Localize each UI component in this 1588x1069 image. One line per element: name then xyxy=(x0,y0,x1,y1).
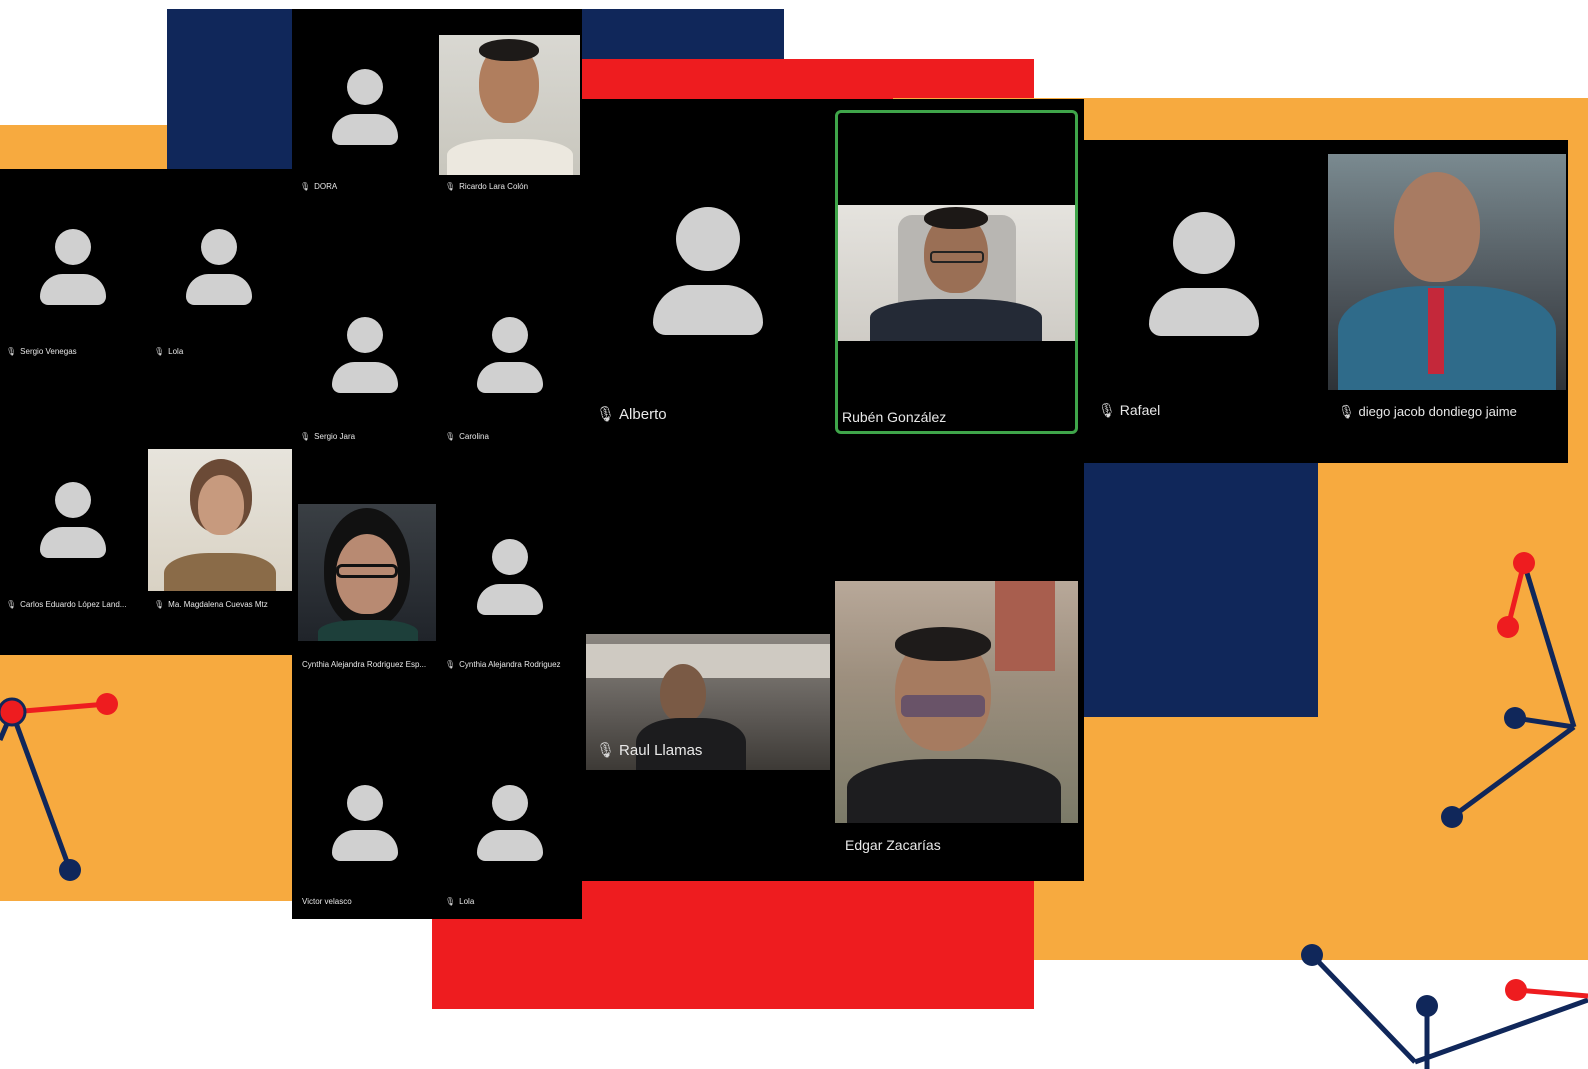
participant-name: 🎙 Carlos Eduardo López Land... xyxy=(6,600,127,609)
participant-tile[interactable]: Cynthia Alejandra Rodriguez Esp... xyxy=(292,459,437,681)
meeting-panel-d: 🎙 Rafael 🎙 diego jacob dondiego jaime xyxy=(1084,140,1568,463)
participant-tile[interactable]: Victor velasco xyxy=(292,681,437,919)
meeting-panel-c: 🎙 Alberto Rubén González 🎙 Raul Llamas Edg… xyxy=(582,99,1084,881)
participant-tile[interactable]: 🎙 Carolina xyxy=(437,249,582,459)
microphone-icon: 🎙 xyxy=(445,182,456,191)
microphone-icon: 🎙 xyxy=(6,347,17,356)
microphone-icon: 🎙 xyxy=(154,600,165,609)
participant-tile[interactable]: 🎙 DORA xyxy=(292,9,437,204)
microphone-icon: 🎙 xyxy=(596,406,616,423)
user-avatar-icon xyxy=(38,229,108,305)
microphone-icon: 🎙 xyxy=(445,660,456,669)
user-avatar-icon xyxy=(330,317,400,393)
participant-tile[interactable]: 🎙 Rafael xyxy=(1084,140,1324,463)
microphone-icon: 🎙 xyxy=(1098,402,1116,418)
participant-video xyxy=(838,205,1075,341)
participant-name: 🎙 Rafael xyxy=(1098,402,1161,418)
participant-name: 🎙 Sergio Jara xyxy=(300,432,356,441)
participant-name: 🎙 Carolina xyxy=(445,432,489,441)
participant-tile[interactable]: 🎙 Raul Llamas xyxy=(582,629,834,779)
microphone-icon: 🎙 xyxy=(445,432,456,441)
participant-tile[interactable]: 🎙 Sergio Venegas xyxy=(0,169,146,412)
microphone-icon: 🎙 xyxy=(6,600,17,609)
microphone-icon: 🎙 xyxy=(1338,404,1355,419)
user-avatar-icon xyxy=(184,229,254,305)
participant-name: Victor velasco xyxy=(302,897,352,906)
participant-video xyxy=(835,581,1078,823)
participant-tile-active-speaker[interactable]: Rubén González xyxy=(835,110,1078,434)
user-avatar-icon xyxy=(652,207,764,335)
participant-tile[interactable]: 🎙 Carlos Eduardo López Land... xyxy=(0,412,146,655)
user-avatar-icon xyxy=(475,317,545,393)
participant-tile[interactable]: 🎙 Cynthia Alejandra Rodriguez xyxy=(437,459,582,681)
participant-tile[interactable]: 🎙 Lola xyxy=(437,681,582,919)
microphone-icon: 🎙 xyxy=(154,347,165,356)
participant-tile[interactable]: 🎙 Alberto xyxy=(582,99,834,439)
participant-name: 🎙 Ma. Magdalena Cuevas Mtz xyxy=(154,600,268,609)
participant-name: 🎙 diego jacob dondiego jaime xyxy=(1338,404,1517,419)
participant-tile[interactable]: Edgar Zacarías xyxy=(835,579,1078,869)
participant-name: 🎙 Lola xyxy=(445,897,475,906)
user-avatar-icon xyxy=(330,785,400,861)
participant-name: 🎙 Sergio Venegas xyxy=(6,347,77,356)
microphone-icon: 🎙 xyxy=(300,432,311,441)
microphone-icon: 🎙 xyxy=(300,182,311,191)
participant-tile[interactable]: 🎙 Ma. Magdalena Cuevas Mtz xyxy=(146,412,292,655)
participant-video xyxy=(439,35,580,175)
participant-name: 🎙 Cynthia Alejandra Rodriguez xyxy=(445,660,561,669)
participant-tile[interactable]: 🎙 diego jacob dondiego jaime xyxy=(1324,140,1568,463)
meeting-panel-b: 🎙 DORA 🎙 Ricardo Lara Colón 🎙 Sergio Jara 🎙… xyxy=(292,9,582,919)
participant-name: 🎙 Ricardo Lara Colón xyxy=(445,182,529,191)
participant-tile[interactable]: 🎙 Ricardo Lara Colón xyxy=(437,9,582,204)
participant-tile[interactable]: 🎙 Sergio Jara xyxy=(292,249,437,459)
participant-name: 🎙 Lola xyxy=(154,347,184,356)
participant-name: 🎙 Alberto xyxy=(596,406,667,423)
participant-tile[interactable]: 🎙 Lola xyxy=(146,169,292,412)
user-avatar-icon xyxy=(475,539,545,615)
user-avatar-icon xyxy=(475,785,545,861)
user-avatar-icon xyxy=(38,482,108,558)
microphone-icon: 🎙 xyxy=(596,742,616,759)
participant-video xyxy=(298,504,436,641)
participant-name: Cynthia Alejandra Rodriguez Esp... xyxy=(302,660,427,669)
meeting-panel-a: 🎙 Sergio Venegas 🎙 Lola 🎙 Carlos Eduardo Ló… xyxy=(0,169,292,655)
participant-video xyxy=(1328,154,1566,390)
participant-name: Edgar Zacarías xyxy=(845,837,941,853)
participant-name: 🎙 Raul Llamas xyxy=(596,742,703,759)
participant-name: 🎙 DORA xyxy=(300,182,338,191)
user-avatar-icon xyxy=(1148,212,1260,336)
participant-name: Rubén González xyxy=(842,409,947,425)
user-avatar-icon xyxy=(330,69,400,145)
microphone-icon: 🎙 xyxy=(445,897,456,906)
participant-video xyxy=(148,449,292,591)
